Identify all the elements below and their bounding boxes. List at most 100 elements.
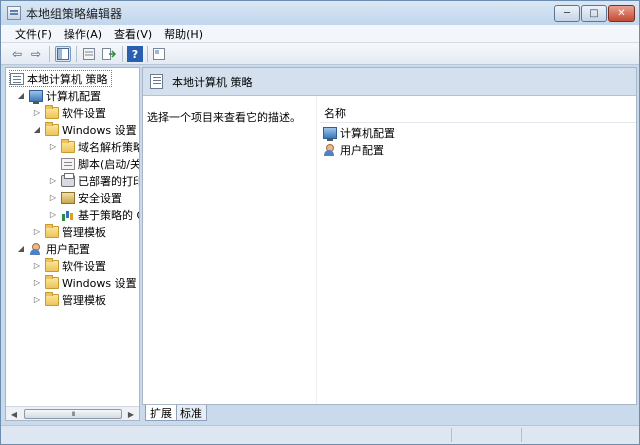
tree-item-label: 脚本(启动/关 xyxy=(78,157,140,171)
folder-icon xyxy=(45,291,59,306)
tree-item-computer-config[interactable]: ◢ 计算机配置 xyxy=(16,87,101,104)
security-icon xyxy=(61,191,75,204)
expanded-arrow-icon[interactable]: ◢ xyxy=(16,91,26,100)
title-bar: 本地组策略编辑器 ─ □ ✕ xyxy=(1,1,639,25)
tree-item-label: 基于策略的 C xyxy=(78,208,140,222)
user-icon xyxy=(323,143,337,156)
policy-icon xyxy=(10,72,24,85)
list-item-user-config[interactable]: 用户配置 xyxy=(323,141,384,158)
forward-arrow-icon[interactable]: ⇨ xyxy=(28,46,44,62)
status-separator xyxy=(521,428,522,442)
menu-action[interactable]: 操作(A) xyxy=(58,26,108,42)
tree-item-label: 用户配置 xyxy=(46,242,90,256)
tree-item-label: 本地计算机 策略 xyxy=(27,72,108,86)
toolbar-separator xyxy=(49,46,50,62)
collapsed-arrow-icon[interactable]: ▷ xyxy=(32,227,42,236)
folder-icon xyxy=(45,121,59,136)
collapsed-arrow-icon[interactable]: ▷ xyxy=(32,108,42,117)
description-text: 选择一个项目来查看它的描述。 xyxy=(147,111,301,124)
tree-item-label: Windows 设置 xyxy=(62,123,137,137)
menu-view[interactable]: 查看(V) xyxy=(108,26,158,42)
tree-item-deployed-printers[interactable]: ▷ 已部署的打印 xyxy=(48,172,140,189)
folder-icon xyxy=(45,104,59,119)
menu-file[interactable]: 文件(F) xyxy=(9,26,58,42)
app-icon xyxy=(7,6,21,20)
scrollbar-thumb[interactable]: III xyxy=(24,409,122,419)
tree-item-user-config[interactable]: ◢ 用户配置 xyxy=(16,240,90,257)
menu-bar: 文件(F) 操作(A) 查看(V) 帮助(H) xyxy=(1,25,639,43)
tree-item-cc-admin-templates[interactable]: ▷ 管理模板 xyxy=(32,223,106,240)
status-bar xyxy=(1,425,639,444)
show-hide-tree-icon[interactable] xyxy=(55,46,71,62)
scroll-left-arrow-icon[interactable]: ◀ xyxy=(8,408,20,420)
bar-chart-icon xyxy=(61,209,75,221)
tab-extended[interactable]: 扩展 xyxy=(145,405,177,421)
toolbar-separator xyxy=(76,46,77,62)
list-item-computer-config[interactable]: 计算机配置 xyxy=(323,124,395,141)
maximize-button[interactable]: □ xyxy=(581,5,607,22)
close-button[interactable]: ✕ xyxy=(608,5,635,22)
tree-item-policy-qos[interactable]: ▷ 基于策略的 C xyxy=(48,206,140,223)
tree-item-label: 管理模板 xyxy=(62,293,106,307)
tree-item-dns-policy[interactable]: ▷ 域名解析策略 xyxy=(48,138,140,155)
tree-item-label: 计算机配置 xyxy=(46,89,101,103)
tree-item-label: 安全设置 xyxy=(78,191,122,205)
script-icon xyxy=(61,157,75,170)
tree-item-scripts[interactable]: 脚本(启动/关 xyxy=(48,155,140,172)
collapsed-arrow-icon[interactable]: ▷ xyxy=(48,210,58,219)
policy-icon xyxy=(150,74,163,89)
tree-item-cc-software[interactable]: ▷ 软件设置 xyxy=(32,104,106,121)
column-header-name[interactable]: 名称 xyxy=(320,104,636,123)
status-separator xyxy=(451,428,452,442)
details-pane: 本地计算机 策略 选择一个项目来查看它的描述。 名称 计算机配置 用户配置 xyxy=(142,67,637,405)
toolbar-separator xyxy=(122,46,123,62)
tree-item-cc-windows[interactable]: ◢ Windows 设置 xyxy=(32,121,137,138)
main-window: 本地组策略编辑器 ─ □ ✕ 文件(F) 操作(A) 查看(V) 帮助(H) ⇦… xyxy=(0,0,640,445)
details-title: 本地计算机 策略 xyxy=(172,75,253,89)
computer-icon xyxy=(29,89,43,104)
tab-standard[interactable]: 标准 xyxy=(175,405,207,421)
collapsed-arrow-icon[interactable]: ▷ xyxy=(32,261,42,270)
folder-icon xyxy=(61,138,75,153)
filter-options-icon[interactable] xyxy=(151,46,167,62)
tree-item-uc-windows[interactable]: ▷ Windows 设置 xyxy=(32,274,137,291)
back-arrow-icon[interactable]: ⇦ xyxy=(9,46,25,62)
computer-icon xyxy=(323,126,337,141)
folder-icon xyxy=(45,223,59,238)
help-icon[interactable]: ? xyxy=(127,46,143,62)
export-list-icon[interactable] xyxy=(101,46,117,62)
tree-item-security-settings[interactable]: ▷ 安全设置 xyxy=(48,189,122,206)
pane-divider xyxy=(316,96,317,404)
expanded-arrow-icon[interactable]: ◢ xyxy=(16,244,26,253)
tree-horizontal-scrollbar[interactable]: ◀ III ▶ xyxy=(6,406,139,420)
scroll-right-arrow-icon[interactable]: ▶ xyxy=(125,408,137,420)
user-icon xyxy=(29,242,43,255)
tree-item-label: 管理模板 xyxy=(62,225,106,239)
properties-icon[interactable] xyxy=(81,46,97,62)
tree-pane[interactable]: 本地计算机 策略 ◢ 计算机配置 ▷ 软件设置 ◢ Windows 设置 ▷ 域… xyxy=(5,67,140,421)
tree-item-label: 软件设置 xyxy=(62,106,106,120)
list-item-label: 用户配置 xyxy=(340,143,384,157)
collapsed-arrow-icon[interactable]: ▷ xyxy=(32,295,42,304)
tree-item-uc-software[interactable]: ▷ 软件设置 xyxy=(32,257,106,274)
folder-icon xyxy=(45,257,59,272)
view-tabs: 扩展 标准 xyxy=(142,405,637,422)
collapsed-arrow-icon[interactable]: ▷ xyxy=(48,142,58,151)
tree-item-root[interactable]: 本地计算机 策略 xyxy=(9,70,112,87)
tree-item-label: Windows 设置 xyxy=(62,276,137,290)
toolbar-separator xyxy=(147,46,148,62)
menu-help[interactable]: 帮助(H) xyxy=(158,26,209,42)
details-header: 本地计算机 策略 xyxy=(143,68,636,96)
collapsed-arrow-icon[interactable]: ▷ xyxy=(32,278,42,287)
tree-item-label: 域名解析策略 xyxy=(78,140,140,154)
tree-item-label: 软件设置 xyxy=(62,259,106,273)
collapsed-arrow-icon[interactable]: ▷ xyxy=(48,176,58,185)
window-title: 本地组策略编辑器 xyxy=(26,7,123,21)
expanded-arrow-icon[interactable]: ◢ xyxy=(32,125,42,134)
collapsed-arrow-icon[interactable]: ▷ xyxy=(48,193,58,202)
minimize-button[interactable]: ─ xyxy=(554,5,580,22)
tree-item-label: 已部署的打印 xyxy=(78,174,140,188)
folder-icon xyxy=(45,274,59,289)
tree-item-uc-admin-templates[interactable]: ▷ 管理模板 xyxy=(32,291,106,308)
printer-icon xyxy=(61,172,75,187)
